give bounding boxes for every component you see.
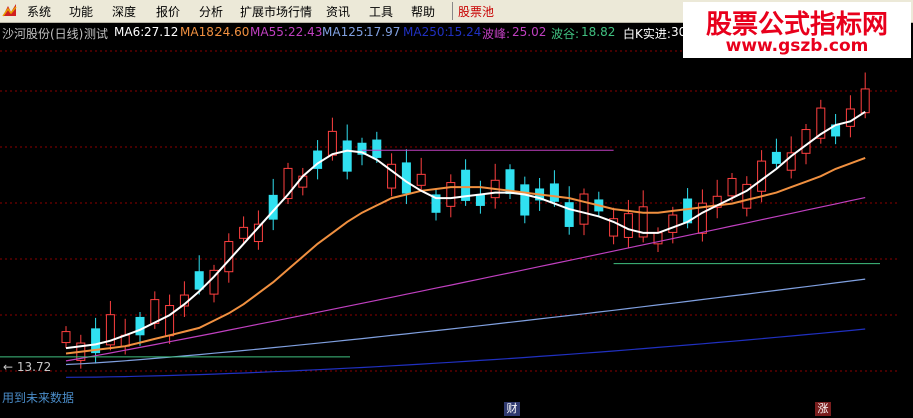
- menu-item-help[interactable]: 帮助: [411, 3, 435, 20]
- indicator-info-bar: 沙河股份(日线) 测试 MA6: 27.12 MA18: 24.60 MA55:…: [0, 22, 700, 41]
- candle-body: [239, 226, 249, 239]
- candle-body: [579, 193, 589, 225]
- menu-item-system[interactable]: 系统: [27, 3, 51, 20]
- rise-marker[interactable]: 涨: [815, 402, 831, 416]
- app-logo-icon: [2, 3, 17, 18]
- ma6-label: MA6:: [114, 25, 145, 39]
- finance-marker[interactable]: 财: [504, 402, 520, 416]
- watermark-url: www.gszb.com: [725, 36, 869, 56]
- ma250-value: 15.24: [447, 25, 482, 39]
- menu-item-depth[interactable]: 深度: [112, 3, 136, 20]
- candle-body: [342, 140, 352, 172]
- candle-body: [771, 151, 781, 164]
- ma55-line: [65, 197, 866, 362]
- candle-body: [668, 214, 678, 233]
- candle-body: [564, 202, 574, 227]
- candle-body: [416, 173, 426, 186]
- candle-body: [327, 130, 337, 156]
- ma250-line: [65, 328, 866, 378]
- ma250-label: MA250:: [403, 25, 449, 39]
- candle-body: [372, 139, 382, 158]
- candle-body: [727, 177, 737, 197]
- menu-item-function[interactable]: 功能: [69, 3, 93, 20]
- menu-item-extended-market[interactable]: 扩展市场行情: [240, 3, 312, 20]
- candle-body: [845, 108, 855, 127]
- watermark: 股票公式指标网 www.gszb.com: [683, 2, 911, 58]
- menu-item-tools[interactable]: 工具: [369, 3, 393, 20]
- candle-body: [475, 193, 485, 206]
- menu-item-stock-pool[interactable]: 股票池: [458, 3, 494, 20]
- menu-item-analysis[interactable]: 分析: [199, 3, 223, 20]
- ma6-value: 27.12: [144, 25, 179, 39]
- ma125-label: MA125:: [322, 25, 368, 39]
- menu-item-news[interactable]: 资讯: [326, 3, 350, 20]
- ma18-label: MA18:: [180, 25, 218, 39]
- candle-body: [757, 160, 767, 192]
- ma18-value: 24.60: [215, 25, 250, 39]
- candle-body: [165, 305, 175, 337]
- candle-body: [520, 184, 530, 216]
- candle-body: [194, 271, 204, 290]
- ma55-label: MA55:: [250, 25, 288, 39]
- menu-item-quote[interactable]: 报价: [156, 3, 180, 20]
- candle-body: [401, 162, 411, 194]
- trough-value: 18.82: [581, 25, 616, 39]
- kline-chart[interactable]: [0, 40, 913, 418]
- candle-body: [801, 129, 811, 154]
- peak-value: 25.02: [512, 25, 547, 39]
- ma125-value: 17.97: [366, 25, 401, 39]
- future-data-warning: 用到未来数据: [2, 391, 75, 405]
- candle-body: [150, 299, 160, 324]
- candle-body: [298, 175, 308, 188]
- menu-separator: [452, 2, 453, 20]
- candle-body: [860, 88, 870, 114]
- candle-body: [135, 316, 145, 336]
- ma55-value: 22.43: [288, 25, 323, 39]
- candle-body: [549, 183, 559, 202]
- candle-body: [61, 331, 71, 344]
- candle-body: [623, 213, 633, 238]
- low-price-marker: ← 13.72: [3, 360, 52, 374]
- ma125-line: [65, 278, 866, 366]
